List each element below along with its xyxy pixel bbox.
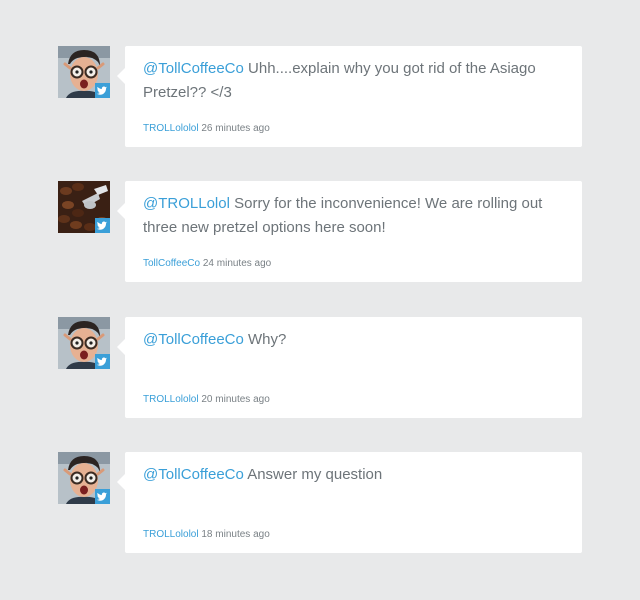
tweet-message: @TollCoffeeCo Uhh....explain why you got… xyxy=(143,57,565,105)
tweet-bubble: @TollCoffeeCo Uhh....explain why you got… xyxy=(117,46,582,147)
mention-link[interactable]: @TollCoffeeCo xyxy=(143,331,244,348)
tweet-message: @TollCoffeeCo Answer my question xyxy=(143,463,565,487)
twitter-bird-icon xyxy=(95,489,110,504)
twitter-bird-icon xyxy=(95,354,110,369)
avatar-troll[interactable] xyxy=(58,46,110,98)
tweet-bubble: @TollCoffeeCo Answer my question TROLLol… xyxy=(117,452,582,553)
tweet-meta: TROLLololol 20 minutes ago xyxy=(143,393,270,407)
tweet-bubble: @TROLLolol Sorry for the inconvenience! … xyxy=(117,181,582,282)
mention-link[interactable]: @TollCoffeeCo xyxy=(143,466,244,483)
tweet-bubble: @TollCoffeeCo Why? TROLLololol 20 minute… xyxy=(117,317,582,418)
tweet-thread: @TollCoffeeCo Uhh....explain why you got… xyxy=(0,0,640,600)
mention-link[interactable]: @TollCoffeeCo xyxy=(143,60,244,77)
tweet-message: @TROLLolol Sorry for the inconvenience! … xyxy=(143,192,565,240)
author-link[interactable]: TROLLololol xyxy=(143,394,199,405)
timestamp: 20 minutes ago xyxy=(201,394,270,405)
avatar-troll[interactable] xyxy=(58,452,110,504)
tweet-meta: TROLLololol 18 minutes ago xyxy=(143,528,270,542)
tweet-message: @TollCoffeeCo Why? xyxy=(143,328,565,352)
tweet-text: Answer my question xyxy=(247,466,383,483)
timestamp: 24 minutes ago xyxy=(202,258,272,269)
twitter-bird-icon xyxy=(95,218,110,233)
avatar-coffee[interactable] xyxy=(58,181,110,233)
timestamp: 26 minutes ago xyxy=(201,123,270,134)
mention-link[interactable]: @TROLLolol xyxy=(143,195,230,212)
avatar-troll[interactable] xyxy=(58,317,110,369)
author-link[interactable]: TROLLololol xyxy=(143,123,199,134)
tweet-meta: TollCoffeeCo 24 minutes ago xyxy=(143,257,271,271)
timestamp: 18 minutes ago xyxy=(201,529,270,540)
author-link[interactable]: TROLLololol xyxy=(143,529,199,540)
tweet-text: Why? xyxy=(248,331,287,348)
twitter-bird-icon xyxy=(95,83,110,98)
author-link[interactable]: TollCoffeeCo xyxy=(143,258,200,269)
tweet-meta: TROLLololol 26 minutes ago xyxy=(143,122,270,136)
